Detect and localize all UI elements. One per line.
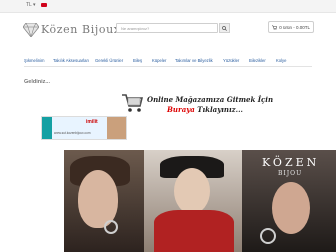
nav-item[interactable]: Kolye: [276, 58, 286, 63]
hero-face: [272, 182, 310, 234]
search-button[interactable]: [219, 23, 230, 33]
promo-link-text[interactable]: Buraya: [167, 105, 195, 114]
cart-label: 0 ürün - 0.00TL: [279, 24, 310, 30]
nav-item[interactable]: Küpeler: [152, 58, 166, 63]
search-input[interactable]: Ne aramıştınız?: [116, 23, 218, 33]
nav-item[interactable]: Şıkmelinim: [24, 58, 44, 63]
cart-icon: [272, 24, 278, 30]
hero-panel-brand: KÖZEN BIJOU: [242, 150, 336, 252]
promo-line1: Online Mağazamıza Gitmek İçin: [147, 95, 274, 104]
ring-icon: [104, 220, 118, 234]
welcome-text: Geldiniz...: [24, 79, 50, 85]
nav-divider: [24, 66, 312, 67]
promo-rest: Tıklayınız...: [194, 105, 243, 114]
shopping-cart-icon: [122, 94, 143, 112]
search-icon: [222, 25, 227, 31]
site-logo[interactable]: Közen Bijoux: [23, 21, 120, 43]
main-nav: Şıkmelinim Takılık Aksesuarları Gerekli …: [0, 56, 336, 66]
ad-url: www.sut.kozenbijoux.com: [54, 131, 91, 135]
nav-item[interactable]: Bileş: [133, 58, 142, 63]
ring-icon: [260, 228, 276, 244]
online-store-link[interactable]: Online Mağazamıza Gitmek İçin Buraya Tık…: [121, 93, 273, 117]
turkey-flag-icon[interactable]: [41, 3, 47, 7]
language-selector[interactable]: TL ▾: [26, 2, 36, 8]
hero-panel-model-2: [144, 150, 242, 252]
hero-brand-sub: BIJOU: [278, 170, 303, 177]
search-placeholder: Ne aramıştınız?: [121, 25, 150, 31]
top-bar: TL ▾: [0, 0, 336, 13]
diamond-icon: [23, 23, 39, 37]
hero-face: [174, 168, 210, 214]
hero-panel-model-1: [64, 150, 144, 252]
hero-dress: [154, 210, 234, 252]
ad-stripe: [42, 117, 52, 139]
nav-item[interactable]: Bilezikler: [249, 58, 266, 63]
cart-button[interactable]: 0 ürün - 0.00TL: [268, 21, 314, 33]
ad-title: imilit: [86, 119, 98, 125]
hero-banner[interactable]: KÖZEN BIJOU: [64, 150, 336, 252]
logo-text: Közen Bijoux: [41, 23, 121, 36]
nav-item[interactable]: Takılık Aksesuarları: [53, 58, 89, 63]
banner-ad[interactable]: imilit www.sut.kozenbijoux.com: [41, 116, 127, 140]
hero-brand-text: KÖZEN: [262, 156, 320, 169]
nav-item[interactable]: Gerekli Ürünler: [95, 58, 123, 63]
nav-item[interactable]: Yüzükler: [223, 58, 239, 63]
nav-item[interactable]: Takımlar ve Bilyezlik: [175, 58, 213, 63]
ad-photo: [107, 117, 126, 139]
promo-line2: Buraya Tıklayınız...: [167, 105, 243, 114]
